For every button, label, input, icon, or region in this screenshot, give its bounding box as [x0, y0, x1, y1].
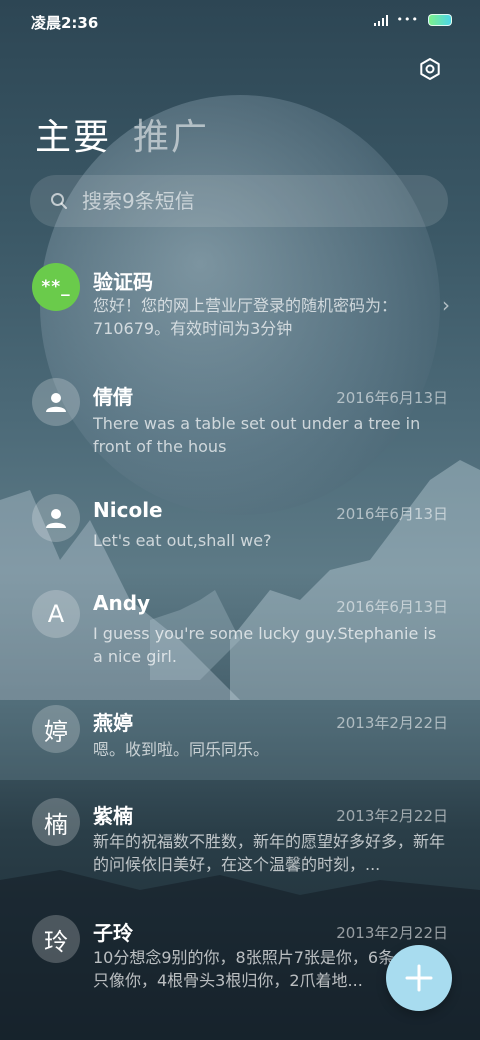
sender-name: Andy: [93, 591, 151, 615]
status-time: 凌晨2:36: [31, 14, 99, 32]
message-preview: 您好！您的网上营业厅登录的随机密码为：710679。有效时间为3分钟: [93, 296, 398, 338]
avatar: [32, 494, 80, 542]
status-bar: 凌晨2:36 •••: [0, 0, 480, 40]
person-icon: [46, 393, 66, 412]
avatar: [32, 378, 80, 426]
battery-icon: [428, 13, 452, 26]
message-preview: Let's eat out,shall we?: [93, 531, 272, 550]
settings-button[interactable]: [415, 54, 445, 84]
conversation-item[interactable]: **_ 验证码 您好！您的网上营业厅登录的随机密码为：710679。有效时间为3…: [0, 255, 480, 365]
avatar: 婷: [32, 705, 80, 753]
message-preview: I guess you're some lucky guy.Stephanie …: [93, 624, 437, 666]
search-bar[interactable]: [30, 175, 448, 227]
message-date: 2013年2月22日: [336, 924, 448, 942]
conversation-item[interactable]: 楠 紫楠 2013年2月22日 新年的祝福数不胜数，新年的愿望好多好多，新年的问…: [0, 795, 480, 905]
sender-name: Nicole: [93, 498, 163, 522]
search-icon: [50, 192, 68, 210]
wifi-icon: •••: [396, 13, 419, 26]
tab-promotions[interactable]: 推广: [133, 108, 209, 160]
message-preview: 嗯。收到啦。同乐同乐。: [93, 740, 270, 759]
plus-icon: [405, 964, 433, 992]
search-input[interactable]: [80, 188, 414, 214]
sender-name: 燕婷: [93, 711, 133, 735]
chevron-right-icon: ›: [442, 293, 450, 317]
signal-icon: [373, 14, 388, 26]
status-icons: •••: [373, 13, 452, 26]
message-date: 2016年6月13日: [336, 389, 448, 407]
message-date: 2016年6月13日: [336, 598, 448, 616]
message-preview: There was a table set out under a tree i…: [93, 414, 421, 456]
new-message-button[interactable]: [386, 945, 452, 1011]
avatar: A: [32, 590, 80, 638]
avatar: 楠: [32, 798, 80, 846]
conversation-item[interactable]: Nicole 2016年6月13日 Let's eat out,shall we…: [0, 486, 480, 596]
message-date: 2016年6月13日: [336, 505, 448, 523]
message-date: 2013年2月22日: [336, 807, 448, 825]
sender-name: 倩倩: [93, 385, 133, 409]
sender-name: 验证码: [93, 270, 153, 294]
conversation-item[interactable]: 倩倩 2016年6月13日 There was a table set out …: [0, 370, 480, 480]
sender-name: 紫楠: [93, 804, 133, 828]
avatar: 玲: [32, 915, 80, 963]
person-icon: [46, 509, 66, 528]
avatar: **_: [32, 263, 80, 311]
settings-gear-icon: [420, 58, 440, 80]
message-date: 2013年2月22日: [336, 714, 448, 732]
message-preview: 新年的祝福数不胜数，新年的愿望好多好多，新年的问候依旧美好，在这个温馨的时刻，.…: [93, 832, 446, 874]
sender-name: 子玲: [93, 921, 133, 945]
conversation-item[interactable]: A Andy 2016年6月13日 I guess you're some lu…: [0, 585, 480, 695]
tab-bar: 主要 推广: [35, 108, 209, 160]
tab-primary[interactable]: 主要: [35, 108, 111, 160]
